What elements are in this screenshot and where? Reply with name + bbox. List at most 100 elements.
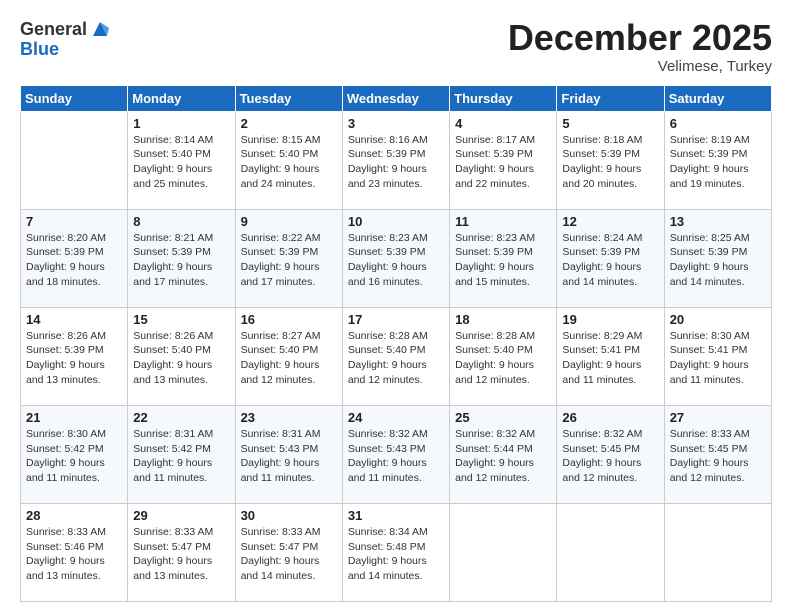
table-row: 26 Sunrise: 8:32 AMSunset: 5:45 PMDayligh… — [557, 405, 664, 503]
day-info-line: Sunset: 5:43 PM — [241, 442, 337, 457]
day-info-line: Sunrise: 8:14 AM — [133, 133, 229, 148]
day-info-line: Daylight: 9 hours and 24 minutes. — [241, 162, 337, 191]
day-info-line: Sunset: 5:48 PM — [348, 540, 444, 555]
table-row — [664, 503, 771, 601]
day-info-line: Daylight: 9 hours and 25 minutes. — [133, 162, 229, 191]
day-info-line: Daylight: 9 hours and 12 minutes. — [670, 456, 766, 485]
day-info-line: Sunrise: 8:27 AM — [241, 329, 337, 344]
day-info-line: Sunset: 5:47 PM — [133, 540, 229, 555]
day-info-line: Daylight: 9 hours and 13 minutes. — [26, 554, 122, 583]
calendar-week-row: 14Sunrise: 8:26 AMSunset: 5:39 PMDayligh… — [21, 307, 772, 405]
day-info-line: Sunset: 5:40 PM — [241, 343, 337, 358]
table-row — [557, 503, 664, 601]
day-info: Sunrise: 8:21 AMSunset: 5:39 PMDaylight:… — [133, 231, 229, 290]
day-info: Sunrise: 8:19 AMSunset: 5:39 PMDaylight:… — [670, 133, 766, 192]
day-number: 22 — [133, 410, 229, 425]
table-row: 25Sunrise: 8:32 AMSunset: 5:44 PMDayligh… — [450, 405, 557, 503]
day-info: Sunrise: 8:34 AMSunset: 5:48 PMDaylight:… — [348, 525, 444, 584]
table-row: 21Sunrise: 8:30 AMSunset: 5:42 PMDayligh… — [21, 405, 128, 503]
table-row: 28Sunrise: 8:33 AMSunset: 5:46 PMDayligh… — [21, 503, 128, 601]
day-info: Sunrise: 8:26 AMSunset: 5:39 PMDaylight:… — [26, 329, 122, 388]
day-number: 25 — [455, 410, 551, 425]
calendar-week-row: 21Sunrise: 8:30 AMSunset: 5:42 PMDayligh… — [21, 405, 772, 503]
day-info: Sunrise: 8:16 AMSunset: 5:39 PMDaylight:… — [348, 133, 444, 192]
day-number: 30 — [241, 508, 337, 523]
day-info-line: Daylight: 9 hours and 23 minutes. — [348, 162, 444, 191]
day-number: 28 — [26, 508, 122, 523]
day-info-line: Sunset: 5:39 PM — [455, 147, 551, 162]
day-number: 27 — [670, 410, 766, 425]
day-info-line: Sunrise: 8:15 AM — [241, 133, 337, 148]
col-wednesday: Wednesday — [342, 85, 449, 111]
day-info: Sunrise: 8:23 AMSunset: 5:39 PMDaylight:… — [455, 231, 551, 290]
day-info-line: Sunset: 5:41 PM — [670, 343, 766, 358]
day-info-line: Sunrise: 8:33 AM — [241, 525, 337, 540]
day-info-line: Sunset: 5:39 PM — [562, 147, 658, 162]
table-row: 7Sunrise: 8:20 AMSunset: 5:39 PMDaylight… — [21, 209, 128, 307]
day-info-line: Sunrise: 8:18 AM — [562, 133, 658, 148]
table-row: 15Sunrise: 8:26 AMSunset: 5:40 PMDayligh… — [128, 307, 235, 405]
day-info-line: Daylight: 9 hours and 13 minutes. — [133, 358, 229, 387]
calendar-week-row: 28Sunrise: 8:33 AMSunset: 5:46 PMDayligh… — [21, 503, 772, 601]
day-number: 15 — [133, 312, 229, 327]
day-info-line: Sunset: 5:40 PM — [455, 343, 551, 358]
table-row: 6Sunrise: 8:19 AMSunset: 5:39 PMDaylight… — [664, 111, 771, 209]
day-info: Sunrise: 8:28 AMSunset: 5:40 PMDaylight:… — [455, 329, 551, 388]
day-number: 5 — [562, 116, 658, 131]
day-number: 26 — [562, 410, 658, 425]
table-row: 13Sunrise: 8:25 AMSunset: 5:39 PMDayligh… — [664, 209, 771, 307]
day-info: Sunrise: 8:29 AMSunset: 5:41 PMDaylight:… — [562, 329, 658, 388]
day-info-line: Daylight: 9 hours and 22 minutes. — [455, 162, 551, 191]
day-info-line: Sunrise: 8:31 AM — [133, 427, 229, 442]
day-info-line: Sunrise: 8:17 AM — [455, 133, 551, 148]
table-row: 31 Sunrise: 8:34 AMSunset: 5:48 PMDayligh… — [342, 503, 449, 601]
day-number: 20 — [670, 312, 766, 327]
day-info-line: Sunrise: 8:33 AM — [26, 525, 122, 540]
day-info-line: Daylight: 9 hours and 13 minutes. — [26, 358, 122, 387]
table-row: 10Sunrise: 8:23 AMSunset: 5:39 PMDayligh… — [342, 209, 449, 307]
day-info-line: Daylight: 9 hours and 19 minutes. — [670, 162, 766, 191]
day-info-line: Sunrise: 8:23 AM — [455, 231, 551, 246]
day-info-line: Sunset: 5:40 PM — [133, 343, 229, 358]
day-number: 17 — [348, 312, 444, 327]
day-info-line: Daylight: 9 hours and 18 minutes. — [26, 260, 122, 289]
day-number: 10 — [348, 214, 444, 229]
day-info: Sunrise: 8:18 AMSunset: 5:39 PMDaylight:… — [562, 133, 658, 192]
col-friday: Friday — [557, 85, 664, 111]
day-info-line: Sunset: 5:39 PM — [348, 147, 444, 162]
day-number: 2 — [241, 116, 337, 131]
day-info-line: Sunset: 5:39 PM — [241, 245, 337, 260]
col-monday: Monday — [128, 85, 235, 111]
day-info-line: Sunrise: 8:24 AM — [562, 231, 658, 246]
day-number: 31 — [348, 508, 444, 523]
day-info-line: Sunrise: 8:29 AM — [562, 329, 658, 344]
day-info-line: Daylight: 9 hours and 12 minutes. — [348, 358, 444, 387]
table-row: 29Sunrise: 8:33 AMSunset: 5:47 PMDayligh… — [128, 503, 235, 601]
logo-general-text: General — [20, 20, 87, 40]
day-info: Sunrise: 8:32 AMSunset: 5:43 PMDaylight:… — [348, 427, 444, 486]
day-info-line: Daylight: 9 hours and 11 minutes. — [562, 358, 658, 387]
day-info: Sunrise: 8:33 AMSunset: 5:47 PMDaylight:… — [241, 525, 337, 584]
day-info-line: Daylight: 9 hours and 11 minutes. — [348, 456, 444, 485]
day-number: 19 — [562, 312, 658, 327]
day-info-line: Sunset: 5:43 PM — [348, 442, 444, 457]
day-number: 4 — [455, 116, 551, 131]
day-info: Sunrise: 8:32 AMSunset: 5:45 PMDaylight:… — [562, 427, 658, 486]
logo-blue-text: Blue — [20, 40, 111, 60]
day-info-line: Sunrise: 8:31 AM — [241, 427, 337, 442]
day-info-line: Sunrise: 8:33 AM — [133, 525, 229, 540]
table-row: 14Sunrise: 8:26 AMSunset: 5:39 PMDayligh… — [21, 307, 128, 405]
day-info-line: Daylight: 9 hours and 17 minutes. — [133, 260, 229, 289]
table-row — [21, 111, 128, 209]
table-row: 19 Sunrise: 8:29 AMSunset: 5:41 PMDayligh… — [557, 307, 664, 405]
title-block: December 2025 Velimese, Turkey — [508, 18, 772, 75]
logo: General Blue — [20, 18, 111, 60]
calendar-week-row: 1Sunrise: 8:14 AMSunset: 5:40 PMDaylight… — [21, 111, 772, 209]
day-info-line: Daylight: 9 hours and 12 minutes. — [562, 456, 658, 485]
day-info-line: Daylight: 9 hours and 11 minutes. — [26, 456, 122, 485]
day-info-line: Sunset: 5:39 PM — [562, 245, 658, 260]
day-info-line: Sunset: 5:44 PM — [455, 442, 551, 457]
table-row: 23Sunrise: 8:31 AMSunset: 5:43 PMDayligh… — [235, 405, 342, 503]
location: Velimese, Turkey — [508, 58, 772, 75]
day-info: Sunrise: 8:15 AMSunset: 5:40 PMDaylight:… — [241, 133, 337, 192]
